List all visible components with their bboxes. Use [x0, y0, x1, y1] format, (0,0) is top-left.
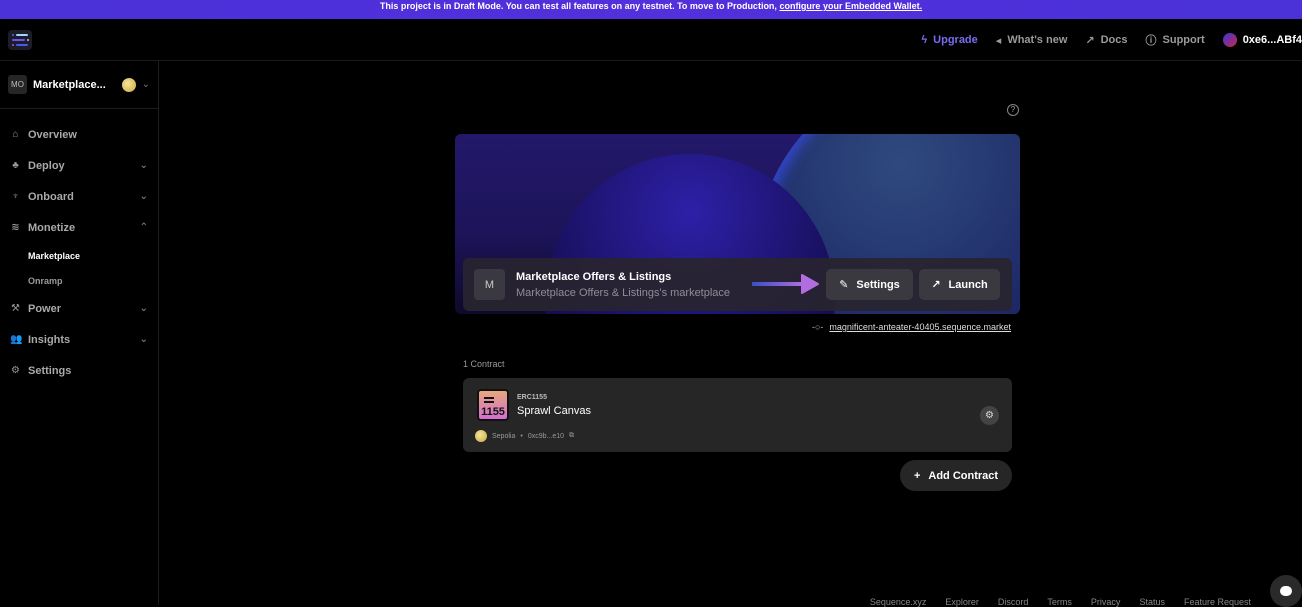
contract-address: 0xc9b...e10	[527, 432, 565, 440]
marketplace-launch-button[interactable]: ↗ Launch	[919, 269, 1000, 300]
sidebar: MO Marketplace... ⌄ ⌂ Overview ♣ Deploy ⌄ ♆…	[0, 61, 159, 605]
docs-label: Docs	[1100, 34, 1128, 46]
sidebar-item-insights[interactable]: 👥 Insights ⌄	[0, 324, 158, 355]
gear-icon: ⚙	[11, 365, 20, 376]
project-avatar: MO	[8, 75, 27, 94]
megaphone-icon: ◂	[995, 34, 1002, 47]
draft-mode-banner: This project is in Draft Mode. You can t…	[0, 0, 1302, 19]
contract-name: Sprawl Canvas	[517, 405, 591, 417]
account-menu[interactable]: 0xe6...ABf4	[1222, 33, 1302, 47]
power-icon: ⚒	[11, 303, 20, 314]
network-coin-icon	[121, 77, 136, 92]
commit-icon: -○-	[811, 322, 824, 332]
network-coin-icon	[475, 430, 487, 442]
copy-icon[interactable]: ⧉	[569, 432, 574, 440]
marketplace-domain: -○- magnificent-anteater-40405.sequence.…	[812, 322, 1011, 332]
chevron-down-icon: ⌄	[139, 334, 148, 345]
sidebar-item-label: Monetize	[28, 221, 76, 234]
plus-icon: +	[913, 469, 921, 482]
chevron-down-icon: ⌄	[139, 303, 148, 314]
chevron-down-icon: ⌄	[139, 191, 148, 202]
footer-link-explorer[interactable]: Explorer	[945, 597, 979, 607]
users-icon: 👥	[10, 334, 23, 345]
support-link[interactable]: ⓘ Support	[1146, 32, 1205, 48]
marketplace-subtitle: Marketplace Offers & Listings's marketpl…	[516, 286, 731, 299]
footer-link-status[interactable]: Status	[1139, 597, 1165, 607]
top-nav: ϟ Upgrade ◂ What's new ↗ Docs ⓘ Support 0xe6…	[921, 19, 1302, 61]
chevron-down-icon: ⌄	[141, 79, 150, 90]
project-selector[interactable]: MO Marketplace... ⌄	[0, 61, 158, 109]
configure-wallet-link[interactable]: configure your Embedded Wallet.	[779, 1, 922, 11]
marketplace-title: Marketplace Offers & Listings	[516, 270, 672, 283]
sidebar-item-settings[interactable]: ⚙ Settings	[0, 355, 158, 386]
question-circle-icon: ⓘ	[1145, 35, 1157, 47]
footer-link-terms[interactable]: Terms	[1047, 597, 1072, 607]
external-arrow-icon: ↗	[931, 279, 941, 291]
whats-new-label: What's new	[1007, 34, 1068, 46]
sidebar-item-label: Insights	[28, 333, 71, 346]
add-contract-button[interactable]: + Add Contract	[900, 460, 1012, 491]
marketplace-avatar: M	[474, 269, 505, 300]
sidebar-item-label: Deploy	[28, 159, 65, 172]
contract-settings-gear-icon[interactable]: ⚙	[980, 406, 999, 425]
docs-link[interactable]: ↗ Docs	[1085, 34, 1127, 47]
support-label: Support	[1162, 34, 1205, 46]
whats-new-link[interactable]: ◂ What's new	[996, 34, 1068, 47]
chat-bubble-icon[interactable]	[1270, 575, 1302, 607]
erc1155-icon: 1155	[477, 389, 509, 421]
sidebar-item-overview[interactable]: ⌂ Overview	[0, 119, 158, 150]
help-icon[interactable]: ?	[1007, 104, 1019, 116]
bolt-icon: ϟ	[921, 34, 928, 46]
contract-network: Sepolia	[492, 432, 516, 440]
contract-meta: Sepolia • 0xc9b...e10 ⧉	[475, 430, 574, 442]
chevron-down-icon: ⌄	[139, 160, 148, 171]
marketplace-domain-link[interactable]: magnificent-anteater-40405.sequence.mark…	[829, 322, 1011, 332]
add-contract-label: Add Contract	[928, 469, 999, 482]
sidebar-item-monetize[interactable]: ≋ Monetize ⌃	[0, 212, 158, 243]
coins-icon: ≋	[11, 222, 20, 233]
top-bar: ϟ Upgrade ◂ What's new ↗ Docs ⓘ Support 0xe6…	[0, 19, 1302, 61]
cubes-icon: ♣	[12, 160, 19, 171]
sidebar-subitem-marketplace[interactable]: Marketplace	[0, 243, 158, 268]
settings-button-label: Settings	[856, 278, 900, 291]
account-address: 0xe6...ABf4	[1242, 34, 1302, 46]
account-avatar-icon	[1222, 33, 1237, 47]
footer-links: Sequence.xyz Explorer Discord Terms Priv…	[870, 597, 1251, 607]
separator-dot: •	[520, 432, 523, 440]
footer-link-privacy[interactable]: Privacy	[1091, 597, 1121, 607]
marketplace-settings-button[interactable]: ✎ Settings	[826, 269, 913, 300]
contract-standard: ERC1155	[517, 394, 547, 401]
external-arrow-icon: ↗	[1085, 34, 1095, 47]
sidebar-item-deploy[interactable]: ♣ Deploy ⌄	[0, 150, 158, 181]
footer-link-sequence[interactable]: Sequence.xyz	[870, 597, 927, 607]
footer-link-feature-request[interactable]: Feature Request	[1184, 597, 1251, 607]
sidebar-nav: ⌂ Overview ♣ Deploy ⌄ ♆ Onboard ⌄ ≋ Monetize ⌃ …	[0, 109, 158, 386]
sidebar-item-power[interactable]: ⚒ Power ⌄	[0, 293, 158, 324]
arrow-right-icon	[752, 274, 819, 294]
project-name: Marketplace...	[33, 78, 106, 91]
sidebar-item-onboard[interactable]: ♆ Onboard ⌄	[0, 181, 158, 212]
contract-card[interactable]: 1155 ERC1155 Sprawl Canvas Sepolia • 0xc…	[463, 378, 1012, 452]
banner-text: This project is in Draft Mode. You can t…	[379, 1, 780, 11]
sidebar-subitem-onramp[interactable]: Onramp	[0, 268, 158, 293]
launch-button-label: Launch	[948, 278, 988, 291]
app-logo-icon[interactable]	[8, 30, 32, 50]
footer-link-discord[interactable]: Discord	[998, 597, 1029, 607]
pencil-icon: ✎	[839, 279, 849, 291]
home-icon: ⌂	[12, 129, 19, 140]
chevron-up-icon: ⌃	[139, 222, 148, 233]
sidebar-item-label: Onboard	[28, 190, 74, 203]
upgrade-label: Upgrade	[933, 34, 978, 46]
contract-count: 1 Contract	[463, 359, 505, 369]
upgrade-link[interactable]: ϟ Upgrade	[921, 34, 977, 46]
parachute-icon: ♆	[11, 191, 20, 202]
sidebar-item-label: Settings	[28, 364, 72, 377]
sidebar-item-label: Power	[28, 302, 62, 315]
icon-text: 1155	[481, 406, 505, 418]
sidebar-item-label: Overview	[28, 128, 77, 141]
